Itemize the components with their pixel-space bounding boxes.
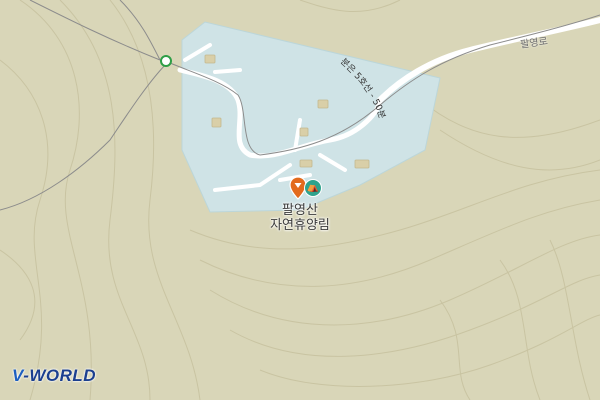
poi-name-line2: 자연휴양림 [270, 218, 330, 233]
map-layer [0, 0, 600, 400]
poi-name-line1: 팔영산 [282, 203, 318, 218]
poi-label[interactable]: 팔영산 자연휴양림 [252, 203, 348, 233]
map-canvas[interactable]: 분은 5호선 - 50분 1 2 팔영로 ⛺ 팔영산 자연휴양림 V-WORLD [0, 0, 600, 400]
tent-icon[interactable]: ⛺ [304, 179, 322, 197]
vworld-logo: V-WORLD [12, 366, 97, 385]
junction-marker-icon[interactable] [160, 55, 172, 67]
